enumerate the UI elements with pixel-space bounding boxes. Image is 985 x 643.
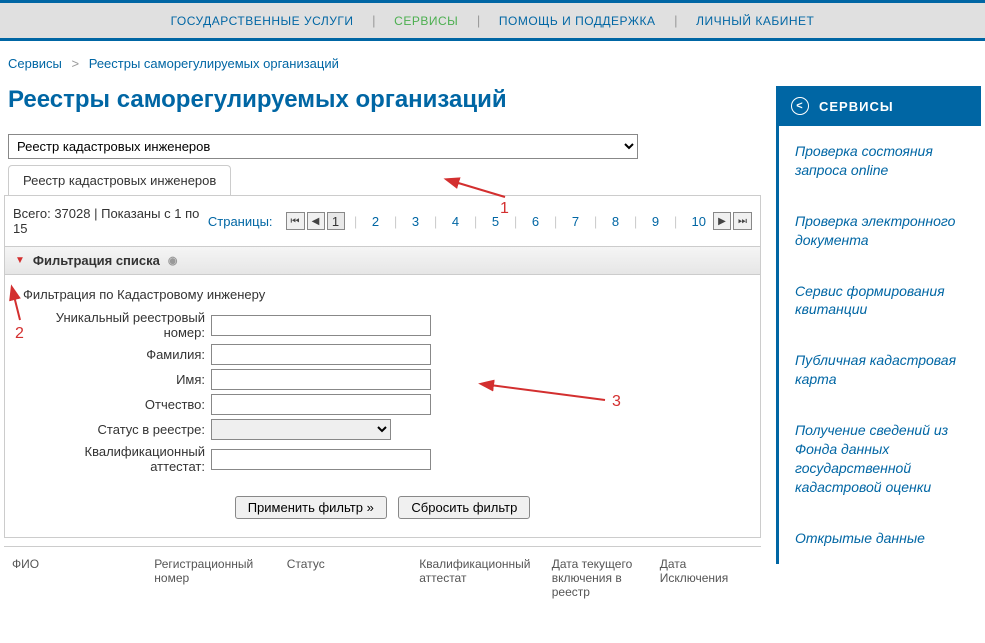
label-status: Статус в реестре: xyxy=(41,422,211,437)
tab-bar: Реестр кадастровых инженеров xyxy=(4,165,761,196)
label-surname: Фамилия: xyxy=(41,347,211,362)
breadcrumb-root[interactable]: Сервисы xyxy=(8,56,62,71)
page-6[interactable]: 6 xyxy=(527,212,545,230)
th-date-exclusion[interactable]: Дата Исключения xyxy=(660,557,753,599)
page-5[interactable]: 5 xyxy=(487,212,505,230)
registry-select[interactable]: Реестр кадастровых инженеров xyxy=(8,134,638,159)
page-2[interactable]: 2 xyxy=(367,212,385,230)
sidebar-item-open-data[interactable]: Открытые данные xyxy=(776,513,981,564)
main-content: Реестры саморегулируемых организаций Рее… xyxy=(4,86,761,605)
input-name[interactable] xyxy=(211,369,431,390)
breadcrumb-sep: > xyxy=(72,56,80,71)
back-arrow-icon[interactable]: < xyxy=(791,97,809,115)
apply-filter-button[interactable]: Применить фильтр » xyxy=(235,496,387,519)
tab-registry[interactable]: Реестр кадастровых инженеров xyxy=(8,165,231,195)
pagination: Страницы: ⏮ ◀ 1| 2| 3| 4| 5| 6| 7| 8| 9|… xyxy=(203,212,752,230)
filter-title: Фильтрация списка xyxy=(33,253,160,268)
sidebar-title: СЕРВИСЫ xyxy=(819,99,894,114)
reset-filter-button[interactable]: Сбросить фильтр xyxy=(398,496,530,519)
table-header-row: ФИО Регистрационный номер Статус Квалифи… xyxy=(4,546,761,605)
pagination-label: Страницы: xyxy=(203,212,278,230)
input-reg-no[interactable] xyxy=(211,315,431,336)
breadcrumb: Сервисы > Реестры саморегулируемых орган… xyxy=(0,41,985,86)
th-cert[interactable]: Квалификационный аттестат xyxy=(419,557,551,599)
nav-sep: | xyxy=(372,13,375,28)
input-surname[interactable] xyxy=(211,344,431,365)
input-cert[interactable] xyxy=(211,449,431,470)
filter-section-title: Фильтрация по Кадастровому инженеру xyxy=(23,287,742,302)
page-next-icon[interactable]: ▶ xyxy=(713,212,731,230)
nav-sep: | xyxy=(674,13,677,28)
page-9[interactable]: 9 xyxy=(647,212,665,230)
label-cert: Квалификационный аттестат: xyxy=(41,444,211,474)
page-7[interactable]: 7 xyxy=(567,212,585,230)
sidebar: < СЕРВИСЫ Проверка состояния запроса onl… xyxy=(776,86,981,605)
collapse-icon[interactable]: ▼ xyxy=(15,255,25,266)
nav-item-account[interactable]: ЛИЧНЫЙ КАБИНЕТ xyxy=(681,14,829,28)
page-last-icon[interactable]: ⏭ xyxy=(733,212,752,230)
sidebar-item-check-request[interactable]: Проверка состояния запроса online xyxy=(776,126,981,196)
breadcrumb-current[interactable]: Реестры саморегулируемых организаций xyxy=(89,56,339,71)
label-reg-no: Уникальный реестровый номер: xyxy=(41,310,211,340)
records-bar: Всего: 37028 | Показаны с 1 по 15 Страни… xyxy=(4,196,761,247)
page-4[interactable]: 4 xyxy=(447,212,465,230)
top-nav: ГОСУДАРСТВЕННЫЕ УСЛУГИ | СЕРВИСЫ | ПОМОЩ… xyxy=(0,0,985,41)
sidebar-item-cadastral-fund[interactable]: Получение сведений из Фонда данных госуд… xyxy=(776,405,981,513)
page-10[interactable]: 10 xyxy=(687,212,711,230)
label-patronymic: Отчество: xyxy=(41,397,211,412)
page-title: Реестры саморегулируемых организаций xyxy=(4,86,761,114)
records-info: Всего: 37028 | Показаны с 1 по 15 xyxy=(13,206,203,236)
filter-header[interactable]: ▼ Фильтрация списка ◉ xyxy=(4,247,761,275)
th-fio[interactable]: ФИО xyxy=(12,557,154,599)
sidebar-item-public-map[interactable]: Публичная кадастровая карта xyxy=(776,335,981,405)
nav-item-services[interactable]: СЕРВИСЫ xyxy=(379,14,473,28)
sidebar-item-receipt[interactable]: Сервис формирования квитанции xyxy=(776,266,981,336)
page-3[interactable]: 3 xyxy=(407,212,425,230)
select-status[interactable] xyxy=(211,419,391,440)
nav-item-gov[interactable]: ГОСУДАРСТВЕННЫЕ УСЛУГИ xyxy=(156,14,369,28)
sidebar-header[interactable]: < СЕРВИСЫ xyxy=(776,86,981,126)
page-8[interactable]: 8 xyxy=(607,212,625,230)
input-patronymic[interactable] xyxy=(211,394,431,415)
help-icon[interactable]: ◉ xyxy=(168,254,178,267)
page-1[interactable]: 1 xyxy=(327,212,345,230)
nav-sep: | xyxy=(477,13,480,28)
nav-item-help[interactable]: ПОМОЩЬ И ПОДДЕРЖКА xyxy=(484,14,671,28)
th-status[interactable]: Статус xyxy=(287,557,419,599)
page-prev-icon[interactable]: ◀ xyxy=(307,212,325,230)
filter-body: Фильтрация по Кадастровому инженеру Уник… xyxy=(4,275,761,538)
page-first-icon[interactable]: ⏮ xyxy=(286,212,305,230)
th-reg-no[interactable]: Регистрационный номер xyxy=(154,557,286,599)
th-date-inclusion[interactable]: Дата текущего включения в реестр xyxy=(552,557,660,599)
sidebar-item-check-doc[interactable]: Проверка электронного документа xyxy=(776,196,981,266)
label-name: Имя: xyxy=(41,372,211,387)
